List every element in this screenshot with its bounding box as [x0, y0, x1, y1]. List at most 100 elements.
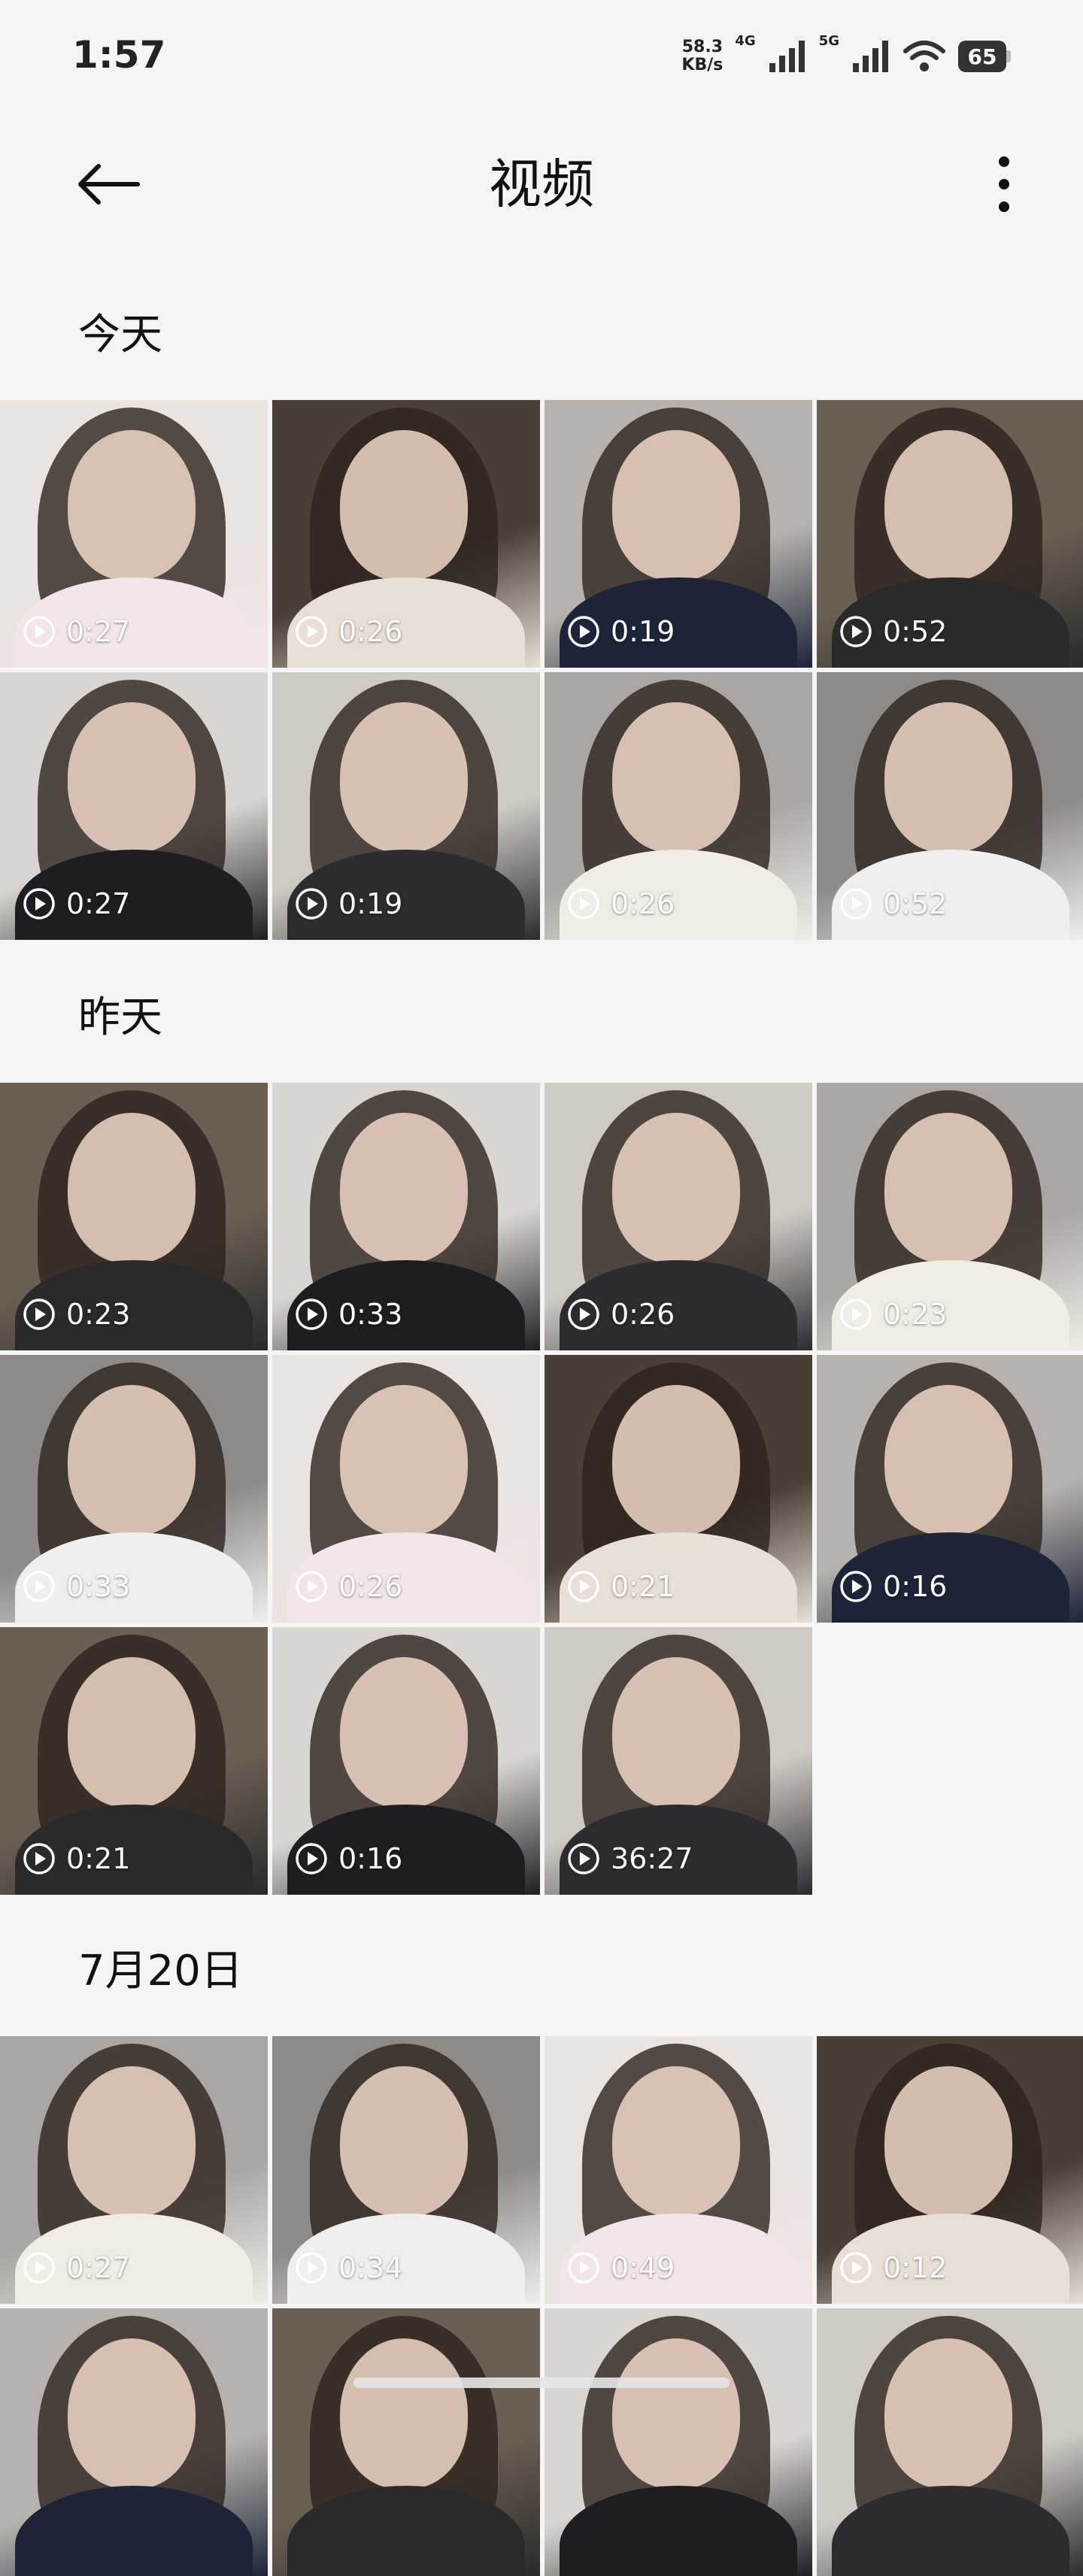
- video-thumbnail[interactable]: 0:33: [0, 1355, 268, 1623]
- video-duration-text: 0:26: [338, 1570, 403, 1603]
- video-duration-text: 0:52: [883, 615, 948, 648]
- video-thumbnail[interactable]: 0:21: [0, 1627, 268, 1895]
- thumbnail-figure-face: [612, 2066, 740, 2217]
- video-duration-text: 0:26: [611, 887, 675, 920]
- thumbnail-figure-face: [68, 1385, 196, 1535]
- video-duration-text: 36:27: [611, 1842, 693, 1875]
- video-thumbnail[interactable]: 0:27: [0, 2036, 268, 2304]
- video-duration-text: 0:33: [338, 1298, 403, 1331]
- more-options-button[interactable]: [970, 154, 1038, 214]
- play-icon: [23, 1299, 55, 1330]
- video-thumbnail[interactable]: 0:16: [272, 1627, 540, 1895]
- thumbnail-figure-face: [884, 1113, 1012, 1263]
- video-duration: 0:52: [839, 615, 947, 648]
- video-duration-text: 0:52: [883, 887, 948, 920]
- video-duration: 0:21: [23, 1842, 130, 1875]
- section-title-today: 今天: [78, 311, 162, 359]
- video-thumbnail[interactable]: 0:21: [545, 1355, 812, 1623]
- video-thumbnail[interactable]: 0:49: [545, 2036, 812, 2304]
- play-icon: [568, 616, 599, 647]
- video-thumbnail[interactable]: [0, 2308, 268, 2576]
- video-thumbnail[interactable]: 36:27: [545, 1627, 812, 1895]
- section-title-date: 7月20日: [78, 1947, 243, 1996]
- video-duration: 0:27: [23, 2251, 130, 2284]
- video-thumbnail[interactable]: 0:23: [817, 1083, 1083, 1350]
- video-duration-text: 0:26: [338, 615, 403, 648]
- video-duration-text: 0:12: [883, 2251, 948, 2284]
- play-icon: [296, 2252, 327, 2284]
- thumbnail-figure-face: [884, 702, 1012, 853]
- video-duration-text: 0:21: [611, 1570, 675, 1603]
- thumbnail-figure-face: [340, 1657, 468, 1808]
- signal-icon: [769, 41, 805, 72]
- signal-icon: [853, 41, 888, 72]
- video-thumbnail[interactable]: 0:23: [0, 1083, 268, 1350]
- thumbnail-figure-face: [68, 430, 196, 580]
- video-thumbnail[interactable]: [272, 2308, 540, 2576]
- video-thumbnail[interactable]: 0:27: [0, 672, 268, 940]
- video-duration-text: 0:16: [338, 1842, 403, 1875]
- home-indicator[interactable]: [353, 2377, 730, 2388]
- thumbnail-figure-face: [340, 2338, 468, 2489]
- thumbnail-figure-face: [68, 1657, 196, 1808]
- video-thumbnail[interactable]: 0:19: [272, 672, 540, 940]
- play-icon: [568, 888, 599, 920]
- network-type-4g: 4G: [735, 33, 756, 49]
- network-speed-unit: KB/s: [681, 56, 724, 74]
- play-icon: [296, 888, 327, 920]
- video-duration-text: 0:27: [66, 2251, 131, 2284]
- video-thumbnail[interactable]: 0:52: [817, 672, 1083, 940]
- play-icon: [568, 2252, 599, 2284]
- video-thumbnail[interactable]: 0:33: [272, 1083, 540, 1350]
- play-icon: [568, 1571, 599, 1602]
- status-time: 1:57: [72, 33, 166, 77]
- thumbnail-figure-face: [884, 2338, 1012, 2489]
- thumbnail-figure-face: [612, 1385, 740, 1535]
- play-icon: [296, 1299, 327, 1330]
- video-thumbnail[interactable]: 0:34: [272, 2036, 540, 2304]
- video-duration-text: 0:21: [66, 1842, 131, 1875]
- video-thumbnail[interactable]: 0:12: [817, 2036, 1083, 2304]
- thumbnail-figure-face: [884, 2066, 1012, 2217]
- video-duration-text: 0:23: [883, 1298, 948, 1331]
- network-speed: 58.3 KB/s: [681, 38, 723, 74]
- video-duration: 0:26: [567, 1298, 675, 1331]
- thumbnail-figure-face: [340, 1113, 468, 1263]
- video-duration-text: 0:16: [883, 1570, 948, 1603]
- video-duration-text: 0:49: [611, 2251, 675, 2284]
- battery-level: 65: [958, 41, 1006, 72]
- video-thumbnail[interactable]: 0:52: [817, 400, 1083, 668]
- play-icon: [568, 1843, 599, 1874]
- video-thumbnail[interactable]: [817, 2308, 1083, 2576]
- video-thumbnail[interactable]: 0:26: [545, 1083, 812, 1350]
- play-icon: [840, 616, 872, 647]
- video-grid-date: 0:27 0:34 0:49 0:12: [0, 2036, 1083, 2576]
- battery-cap: [1006, 50, 1011, 62]
- video-thumbnail[interactable]: 0:16: [817, 1355, 1083, 1623]
- thumbnail-figure-face: [612, 2338, 740, 2489]
- video-duration: 0:52: [839, 887, 947, 920]
- play-icon: [568, 1299, 599, 1330]
- wifi-icon: [903, 41, 945, 71]
- thumbnail-figure-face: [68, 702, 196, 853]
- video-thumbnail[interactable]: 0:26: [272, 400, 540, 668]
- play-icon: [840, 1571, 872, 1602]
- video-duration: 0:27: [23, 887, 130, 920]
- video-thumbnail[interactable]: 0:26: [272, 1355, 540, 1623]
- play-icon: [296, 1843, 327, 1874]
- video-duration: 0:26: [295, 1570, 402, 1603]
- video-duration: 0:26: [295, 615, 402, 648]
- play-icon: [23, 888, 55, 920]
- video-thumbnail[interactable]: 0:26: [545, 672, 812, 940]
- thumbnail-figure-face: [340, 430, 468, 580]
- video-duration-text: 0:34: [338, 2251, 403, 2284]
- video-thumbnail[interactable]: 0:27: [0, 400, 268, 668]
- battery-icon: 65: [958, 41, 1011, 72]
- video-duration-text: 0:26: [611, 1298, 675, 1331]
- video-thumbnail[interactable]: [545, 2308, 812, 2576]
- video-duration: 0:21: [567, 1570, 675, 1603]
- video-thumbnail[interactable]: 0:19: [545, 400, 812, 668]
- video-duration: 0:23: [839, 1298, 947, 1331]
- thumbnail-figure-face: [612, 1657, 740, 1808]
- thumbnail-figure-face: [340, 1385, 468, 1535]
